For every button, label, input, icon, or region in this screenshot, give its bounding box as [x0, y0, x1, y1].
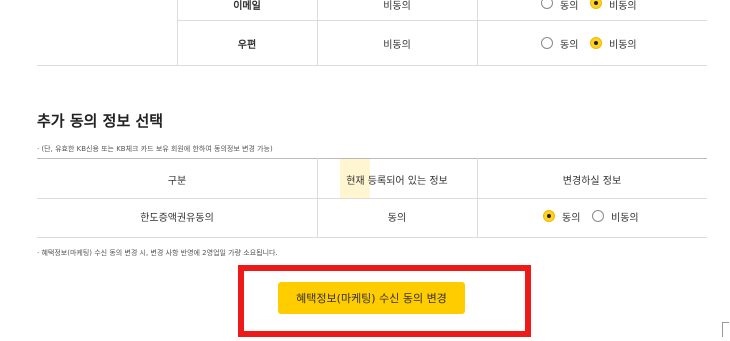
divider [37, 158, 707, 159]
row-current: 동의 [387, 213, 407, 224]
header-change: 변경하실 정보 [562, 176, 622, 187]
radio-limit-agree-label: 동의 [562, 213, 581, 224]
section-title: 추가 동의 정보 선택 [37, 112, 164, 130]
divider [317, 158, 318, 238]
row-current-post: 비동의 [383, 40, 411, 51]
row-channel-post: 우편 [237, 40, 257, 51]
header-category: 구분 [167, 176, 187, 187]
row-channel-email: 이메일 [233, 1, 261, 12]
radio-limit-disagree[interactable] [592, 210, 604, 222]
divider [177, 20, 707, 21]
header-current: 현재 등록되어 있는 정보 [346, 176, 448, 187]
row-current-email: 비동의 [383, 1, 411, 12]
divider [37, 198, 707, 199]
radio-email-disagree[interactable] [590, 0, 602, 9]
radio-post-agree[interactable] [541, 37, 553, 49]
change-consent-button[interactable]: 혜택정보(마케팅) 수신 동의 변경 [278, 282, 465, 314]
radio-limit-disagree-label: 비동의 [611, 213, 639, 224]
radio-post-disagree-label: 비동의 [609, 40, 637, 51]
divider [477, 0, 478, 66]
divider [37, 65, 707, 66]
row-category: 한도증액권유동의 [140, 213, 214, 224]
radio-email-disagree-label: 비동의 [609, 1, 637, 12]
radio-post-agree-label: 동의 [560, 40, 579, 51]
radio-email-agree-label: 동의 [560, 1, 579, 12]
divider [477, 158, 478, 238]
section-note: · (단, 유효한 KB신용 또는 KB체크 카드 보유 회원에 한하여 동의정… [37, 145, 273, 153]
corner-mark [722, 322, 729, 337]
radio-limit-agree[interactable] [543, 210, 555, 222]
divider [37, 237, 707, 238]
footer-note: · 혜택정보(마케팅) 수신 동의 변경 시, 변경 사항 반영에 2영업일 가… [37, 249, 278, 257]
radio-email-agree[interactable] [541, 0, 553, 9]
radio-post-disagree[interactable] [590, 37, 602, 49]
